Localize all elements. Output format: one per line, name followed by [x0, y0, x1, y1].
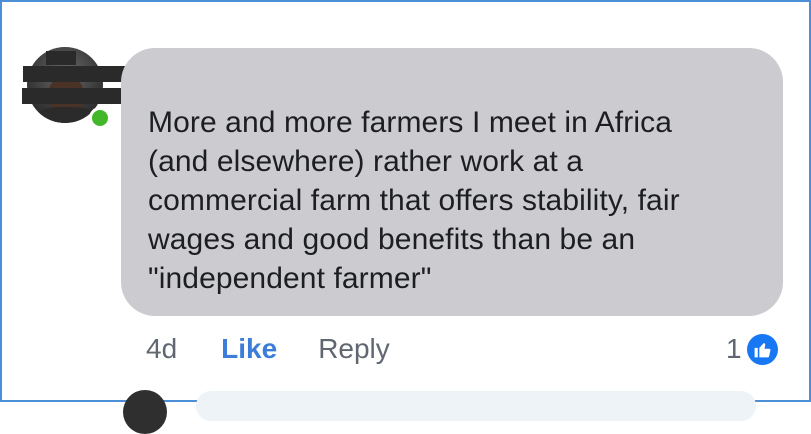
reply-button[interactable]: Reply [318, 333, 390, 365]
comment-timestamp[interactable]: 4d [146, 333, 177, 365]
redaction-bar [46, 51, 76, 65]
comment-bubble: More and more farmers I meet in Africa (… [121, 48, 783, 316]
reaction-summary[interactable]: 1 [726, 331, 778, 367]
next-comment-avatar[interactable] [123, 390, 167, 434]
reaction-count: 1 [726, 333, 742, 364]
comment-text: More and more farmers I meet in Africa (… [148, 106, 680, 295]
like-thumb-icon [746, 333, 778, 365]
next-comment-bubble [196, 391, 756, 421]
online-status-icon [89, 107, 111, 129]
like-button[interactable]: Like [221, 333, 277, 365]
comment-actions: 4d Like Reply [146, 331, 390, 367]
